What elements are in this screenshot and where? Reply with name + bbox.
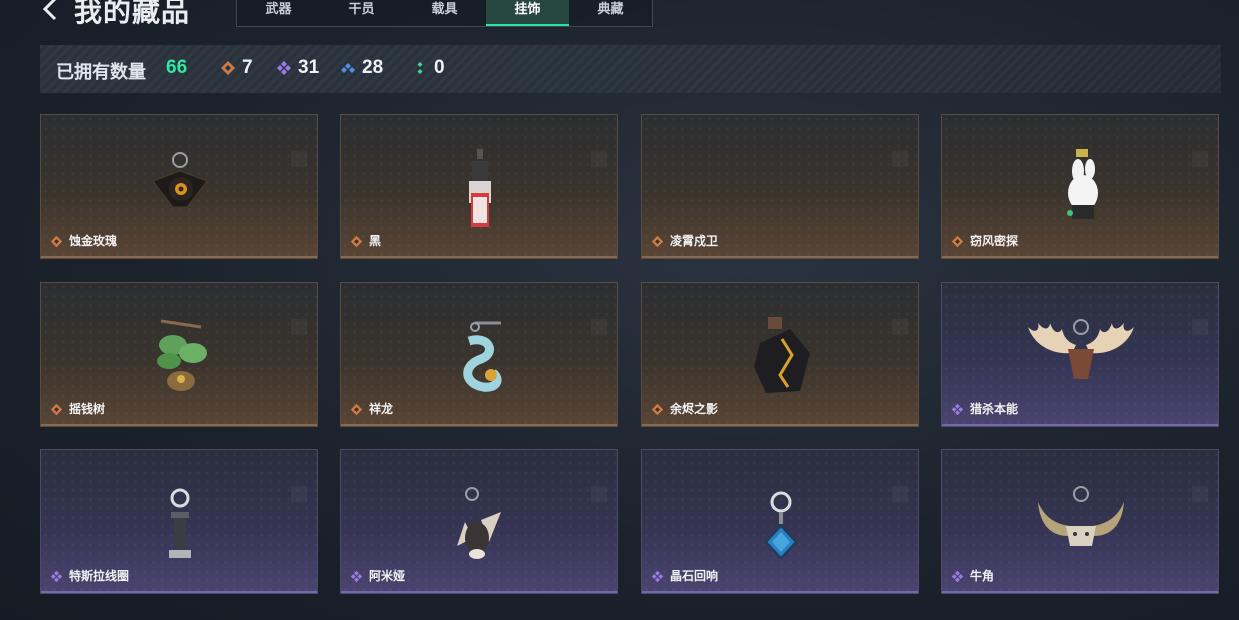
charm-card[interactable]: 余烬之影 <box>641 282 919 427</box>
charm-card[interactable]: 凌霄戍卫 <box>641 114 919 259</box>
charm-name: 余烬之影 <box>670 402 719 416</box>
bull-horn-charm-icon <box>1038 486 1124 546</box>
charm-card[interactable]: 窃风密探 <box>941 114 1219 259</box>
tab-collection[interactable]: 典藏 <box>569 0 652 26</box>
charm-name: 晶石回响 <box>670 569 719 583</box>
charm-card[interactable]: 特斯拉线圈 <box>40 449 318 594</box>
moose-antler-charm-icon <box>1028 319 1134 379</box>
tesla-coil-charm-icon <box>169 488 191 558</box>
charm-name: 黑 <box>369 234 382 248</box>
purple-rarity-icon <box>951 570 964 583</box>
tab-charms[interactable]: 挂饰 <box>486 0 569 26</box>
amiya-charm-icon <box>457 487 501 559</box>
charm-card[interactable]: 蚀金玫瑰 <box>40 114 318 259</box>
gold-rarity-icon <box>350 235 363 248</box>
gold-rarity-icon <box>651 403 664 416</box>
charm-name: 窃风密探 <box>970 234 1019 248</box>
charm-card[interactable]: 祥龙 <box>340 282 618 427</box>
blue-rarity-icon <box>341 63 355 73</box>
charm-name: 凌霄戍卫 <box>670 234 719 248</box>
tab-operators[interactable]: 干员 <box>320 0 403 26</box>
back-button[interactable] <box>40 0 62 22</box>
charm-name: 猎杀本能 <box>970 402 1019 416</box>
green-count: 0 <box>434 57 445 78</box>
tab-vehicles[interactable]: 载具 <box>403 0 486 26</box>
owned-total-count: 66 <box>166 57 188 78</box>
charm-card[interactable]: 晶石回响 <box>641 449 919 594</box>
rose-charm-icon <box>152 152 208 208</box>
purple-rarity-icon <box>350 570 363 583</box>
purple-rarity-icon <box>651 570 664 583</box>
money-tree-charm-icon <box>157 319 207 391</box>
blue-rarity-count: 28 <box>340 57 383 79</box>
gold-rarity-icon <box>50 235 63 248</box>
purple-rarity-icon <box>277 61 291 75</box>
green-rarity-icon <box>417 62 423 74</box>
chevron-left-icon <box>42 0 57 21</box>
green-rarity-count: 0 <box>412 57 445 79</box>
gold-count: 7 <box>242 57 253 78</box>
charm-name: 摇钱树 <box>69 402 106 416</box>
charm-card[interactable]: 黑 <box>340 114 618 259</box>
gold-rarity-icon <box>50 403 63 416</box>
purple-rarity-icon <box>951 403 964 416</box>
black-figure-charm-icon <box>469 149 491 227</box>
charm-card[interactable]: 牛角 <box>941 449 1219 594</box>
rabbit-charm-icon <box>1067 149 1098 219</box>
gold-rarity-icon <box>951 235 964 248</box>
charm-name: 特斯拉线圈 <box>69 569 130 583</box>
blue-count: 28 <box>362 57 384 78</box>
dragon-charm-icon <box>463 321 502 392</box>
gold-rarity-icon <box>350 403 363 416</box>
crystal-charm-icon <box>764 491 798 560</box>
gold-rarity-icon <box>221 61 235 75</box>
category-tabs: 武器 干员 载具 挂饰 典藏 <box>236 0 653 27</box>
charm-card[interactable]: 阿米娅 <box>340 449 618 594</box>
charm-card[interactable]: 猎杀本能 <box>941 282 1219 427</box>
purple-rarity-count: 31 <box>276 57 319 79</box>
ember-shadow-charm-icon <box>754 317 810 393</box>
charm-name: 祥龙 <box>369 402 394 416</box>
owned-count-label: 已拥有数量 <box>56 62 146 82</box>
owned-summary-bar: 已拥有数量 66 7 31 28 0 <box>40 45 1221 93</box>
charm-card[interactable]: 摇钱树 <box>40 282 318 427</box>
charm-name: 阿米娅 <box>369 569 406 583</box>
charm-name: 牛角 <box>970 569 995 583</box>
charm-name: 蚀金玫瑰 <box>69 234 118 248</box>
purple-rarity-icon <box>50 570 63 583</box>
purple-count: 31 <box>298 57 320 78</box>
gold-rarity-icon <box>651 235 664 248</box>
gold-rarity-count: 7 <box>220 57 253 79</box>
tab-weapons[interactable]: 武器 <box>237 0 320 26</box>
page-title: 我的藏品 <box>74 0 191 27</box>
